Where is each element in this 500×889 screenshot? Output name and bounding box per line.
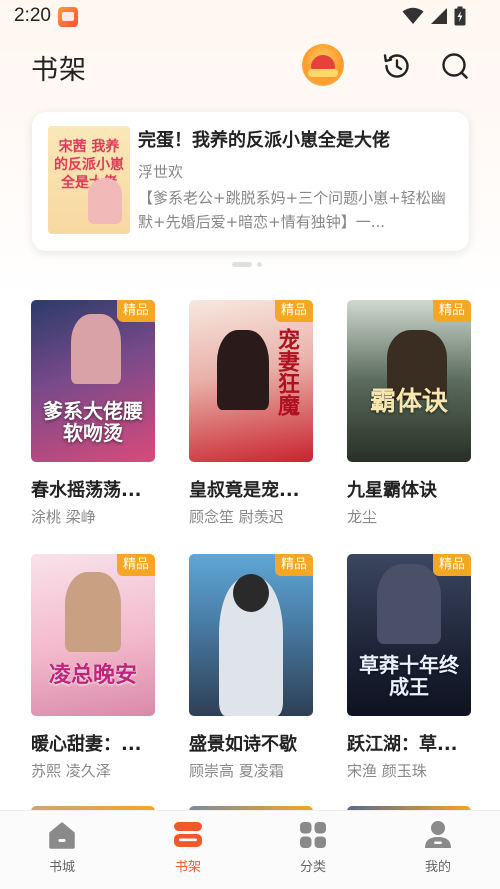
carousel-dot (257, 262, 262, 267)
premium-tag: 精品 (116, 554, 155, 576)
book-author: 苏熙 凌久泽 (31, 762, 111, 780)
carousel-indicator (232, 262, 262, 267)
header: 书架 (0, 40, 500, 94)
cover-title-text: 草莽十年终成王 (359, 653, 459, 699)
search-icon[interactable] (439, 50, 471, 82)
book-author: 涂桃 梁峥 (31, 508, 96, 526)
book-author: 龙尘 (347, 508, 378, 526)
category-icon (300, 822, 326, 848)
book-author: 宋渔 颜玉珠 (347, 762, 427, 780)
book-cover: 爹系大佬腰软吻烫 精品 (31, 300, 155, 462)
nav-item-bookshelf[interactable]: 书架 (148, 819, 228, 875)
app-notification-icon (58, 7, 78, 27)
book-title: 盛景如诗不歇 (189, 734, 297, 755)
book-author: 顾念笙 尉羡迟 (189, 508, 284, 526)
book-author: 顾崇高 夏凌霜 (189, 762, 284, 780)
battery-icon (454, 6, 466, 26)
featured-book-title: 完蛋！我养的反派小崽全是大佬 (138, 130, 390, 151)
cover-title-text: 爹系大佬腰软吻烫 (43, 399, 143, 445)
book-title: 跃江湖：草... (347, 734, 458, 755)
nav-label: 分类 (299, 860, 326, 875)
premium-tag: 精品 (274, 300, 313, 322)
home-icon (49, 822, 75, 849)
cover-title-text: 宠妻狂魔 (274, 328, 299, 416)
bookshelf-icon (174, 822, 202, 847)
status-indicators (402, 6, 466, 26)
book-cover: 精品 (189, 554, 313, 716)
wifi-icon (402, 7, 424, 24)
cellular-signal-icon (431, 8, 447, 24)
cover-illustration (88, 178, 122, 224)
featured-book-author: 浮世欢 (138, 163, 184, 181)
page-title: 书架 (31, 55, 87, 86)
premium-tag: 精品 (116, 300, 155, 322)
featured-book-cover: 宋茜 我养的反派小崽全是大佬 (48, 126, 130, 234)
nav-item-bookstore[interactable]: 书城 (22, 819, 102, 875)
premium-tag: 精品 (432, 554, 471, 576)
nav-item-category[interactable]: 分类 (273, 819, 353, 875)
cover-title-text: 凌总晚安 (48, 663, 137, 688)
book-title: 九星霸体诀 (347, 480, 437, 501)
nav-label: 书城 (48, 860, 75, 875)
nav-label: 我的 (424, 860, 451, 875)
profile-icon (425, 821, 451, 848)
book-cover: 霸体诀 精品 (347, 300, 471, 462)
book-cover: 凌总晚安 精品 (31, 554, 155, 716)
book-cover: 草莽十年终成王 精品 (347, 554, 471, 716)
book-title: 春水摇荡荡... (31, 480, 142, 501)
premium-tag: 精品 (432, 300, 471, 322)
premium-tag: 精品 (274, 554, 313, 576)
featured-book-card[interactable]: 宋茜 我养的反派小崽全是大佬 完蛋！我养的反派小崽全是大佬 浮世欢 【爹系老公+… (32, 112, 469, 251)
reward-badge-icon[interactable] (302, 44, 344, 86)
status-time: 2:20 (14, 5, 51, 26)
status-bar: 2:20 (0, 0, 500, 34)
book-title: 暖心甜妻：... (31, 734, 142, 755)
nav-item-profile[interactable]: 我的 (398, 819, 478, 875)
cover-title-text: 霸体诀 (369, 387, 448, 417)
featured-book-description: 【爹系老公+跳脱系妈+三个问题小崽+轻松幽默+先婚后爱+暗恋+情有独钟】一... (138, 189, 446, 231)
carousel-dot-active (232, 262, 252, 267)
history-icon[interactable] (381, 50, 413, 82)
bottom-nav: 书城 书架 分类 我的 (0, 810, 500, 889)
book-cover: 宠妻狂魔 精品 (189, 300, 313, 462)
nav-label: 书架 (174, 860, 201, 875)
book-title: 皇叔竟是宠... (189, 480, 300, 501)
